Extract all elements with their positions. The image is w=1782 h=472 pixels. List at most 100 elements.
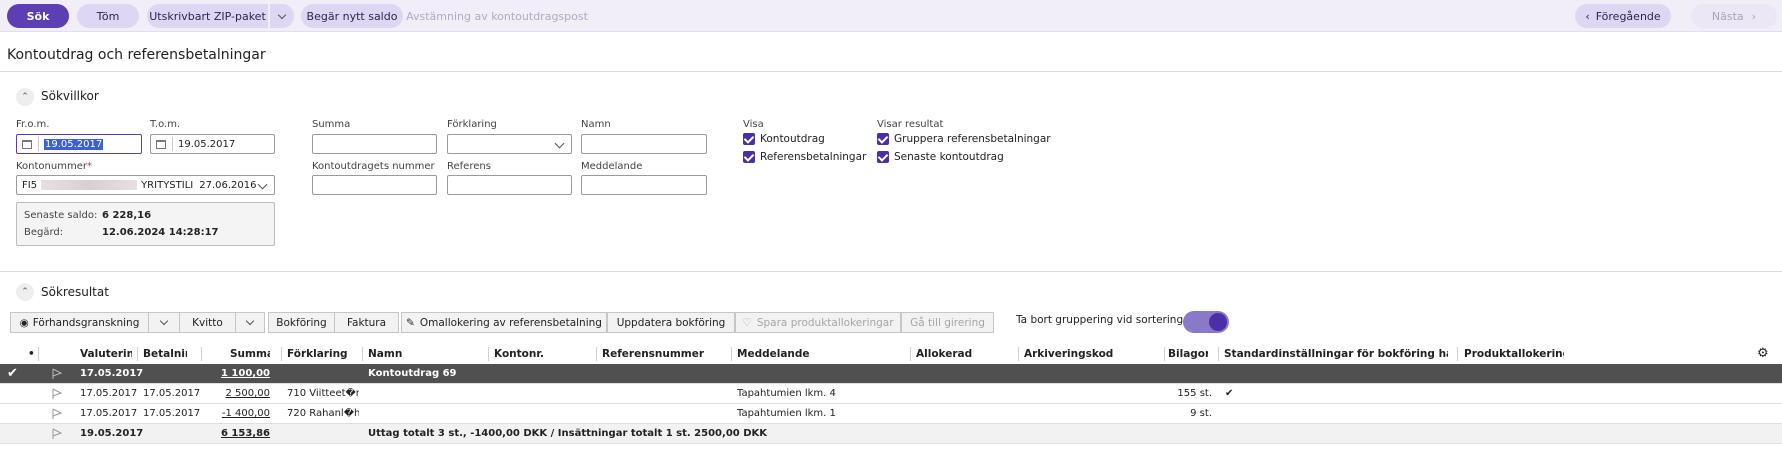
invoice-button[interactable]: Faktura: [334, 312, 399, 333]
reallocate-button[interactable]: ✎ Omallokering av referensbetalning: [401, 312, 607, 333]
table-summary-row[interactable]: 19.05.2017 6 153,86 Uttag totalt 3 st., …: [0, 424, 1782, 444]
col-betalning[interactable]: Betalning: [143, 348, 187, 360]
cell-summa[interactable]: 1 100,00: [215, 368, 270, 379]
to-date-field[interactable]: 19.05.2017: [150, 134, 275, 154]
results-title: Sökresultat: [41, 285, 109, 299]
next-button[interactable]: Nästa ›: [1691, 4, 1777, 28]
message-input[interactable]: [581, 175, 707, 195]
collapse-results-button[interactable]: ⌃: [16, 283, 34, 301]
calendar-icon: [22, 139, 32, 149]
top-toolbar: Sök Töm Utskrivbart ZIP-paket Begär nytt…: [0, 0, 1782, 32]
previous-button[interactable]: ‹ Föregående: [1575, 4, 1671, 28]
col-namn[interactable]: Namn: [368, 348, 468, 360]
show-refpayments-checkbox[interactable]: [743, 151, 755, 163]
col-produktallokering[interactable]: Produktallokering: [1464, 348, 1564, 360]
gear-icon[interactable]: ⚙: [1757, 346, 1769, 361]
cell-valuta: 17.05.2017: [80, 368, 144, 379]
goto-giro-button[interactable]: Gå till girering: [901, 312, 994, 333]
reconcile-button[interactable]: Avstämning av kontoutdragspost: [406, 4, 588, 28]
calendar-icon: [156, 139, 166, 149]
col-summa[interactable]: Summa: [230, 348, 270, 360]
show-refpayments-label: Referensbetalningar: [760, 151, 867, 163]
col-kontonr[interactable]: Kontonr.: [494, 348, 574, 360]
cell-summa[interactable]: -1 400,00: [215, 408, 270, 419]
cell-summa[interactable]: 2 500,00: [215, 388, 270, 399]
table-header: • Valuterin Betalning Summa Förklaring N…: [0, 344, 1782, 364]
message-label: Meddelande: [581, 161, 643, 172]
remove-grouping-toggle[interactable]: [1183, 311, 1229, 333]
chevron-down-icon: [159, 316, 169, 326]
sum-input[interactable]: [312, 134, 437, 154]
from-date-value: 19.05.2017: [44, 138, 104, 150]
latest-statement-label: Senaste kontoutdrag: [894, 151, 1004, 163]
col-forklaring[interactable]: Förklaring: [287, 348, 357, 360]
request-balance-button[interactable]: Begär nytt saldo: [301, 4, 403, 28]
receipt-menu-button[interactable]: [235, 312, 265, 333]
group-refpayments-checkbox[interactable]: [877, 133, 889, 145]
reference-input[interactable]: [447, 175, 572, 195]
explanation-select[interactable]: [447, 134, 572, 154]
chevron-down-icon: [277, 10, 287, 19]
criteria-title: Sökvillkor: [41, 89, 99, 103]
latest-balance-label: Senaste saldo:: [24, 210, 98, 221]
column-selector[interactable]: •: [28, 348, 35, 360]
flag-icon[interactable]: [51, 428, 63, 440]
col-bilagor[interactable]: Bilagor: [1168, 348, 1208, 360]
table-row[interactable]: ✔ 17.05.2017 1 100,00 Kontoutdrag 69: [0, 364, 1782, 384]
clear-button[interactable]: Töm: [77, 4, 139, 28]
account-label: Kontonummer*: [16, 161, 92, 172]
chevron-right-icon: ›: [1751, 9, 1757, 23]
save-allocations-label: Spara produktallokeringar: [756, 316, 894, 329]
to-date-value: 19.05.2017: [178, 138, 236, 150]
cell-forklaring: 720 Rahanl�he: [287, 408, 359, 419]
zip-menu-button[interactable]: [270, 4, 294, 28]
cell-betalning: 17.05.2017: [143, 388, 201, 399]
flag-icon[interactable]: [51, 388, 63, 400]
cell-meddelande: Tapahtumien lkm. 1: [737, 408, 836, 419]
cell-valuta: 17.05.2017: [80, 408, 138, 419]
heart-icon: ♡: [742, 316, 752, 329]
cell-bilagor[interactable]: 9 st.: [1150, 408, 1212, 419]
flag-icon[interactable]: [51, 368, 63, 380]
reallocate-label: Omallokering av referensbetalning: [419, 316, 602, 329]
from-label: Fr.o.m.: [16, 119, 50, 130]
cell-summa[interactable]: 6 153,86: [215, 428, 270, 439]
col-meddelande[interactable]: Meddelande: [737, 348, 857, 360]
latest-balance-value: 6 228,16: [102, 210, 152, 221]
table-row[interactable]: 17.05.2017 17.05.2017 -1 400,00 720 Raha…: [0, 404, 1782, 424]
next-label: Nästa: [1711, 9, 1744, 23]
table-row[interactable]: 17.05.2017 17.05.2017 2 500,00 710 Viitt…: [0, 384, 1782, 404]
requested-label: Begärd:: [24, 227, 64, 238]
col-valuterin[interactable]: Valuterin: [80, 348, 132, 360]
latest-statement-checkbox[interactable]: [877, 151, 889, 163]
statement-number-input[interactable]: [312, 175, 437, 195]
shows-result-label: Visar resultat: [877, 119, 944, 130]
col-standardinstallningar[interactable]: Standardinställningar för bokföring hämt…: [1224, 348, 1448, 360]
show-statements-checkbox[interactable]: [743, 133, 755, 145]
preview-button[interactable]: ◉ Förhandsgranskning: [10, 312, 149, 333]
cell-meddelande: Tapahtumien lkm. 4: [737, 388, 836, 399]
remove-grouping-label: Ta bort gruppering vid sortering: [1016, 314, 1184, 326]
cell-betalning: 17.05.2017: [143, 408, 201, 419]
flag-icon[interactable]: [51, 408, 63, 420]
col-arkiveringskod[interactable]: Arkiveringskod: [1024, 348, 1124, 360]
search-button[interactable]: Sök: [7, 4, 69, 28]
masked-account-number: [41, 180, 138, 190]
receipt-button[interactable]: Kvitto: [179, 312, 236, 333]
col-referensnummer[interactable]: Referensnummer: [602, 348, 722, 360]
cell-bilagor[interactable]: 155 st.: [1150, 388, 1212, 399]
edit-icon: ✎: [406, 316, 415, 329]
name-input[interactable]: [581, 134, 707, 154]
zip-button[interactable]: Utskrivbart ZIP-paket: [147, 4, 268, 28]
col-allokerad[interactable]: Allokerad: [916, 348, 996, 360]
from-date-field[interactable]: 19.05.2017: [16, 134, 142, 154]
chevron-down-icon: [554, 138, 565, 149]
update-posting-button[interactable]: Uppdatera bokföring: [607, 312, 735, 333]
account-select[interactable]: FI5 YRITYSTILI 27.06.2016: [16, 175, 275, 195]
save-allocations-button[interactable]: ♡ Spara produktallokeringar: [735, 312, 901, 333]
posting-button[interactable]: Bokföring: [268, 312, 335, 333]
requested-value: 12.06.2024 14:28:17: [102, 227, 219, 238]
preview-menu-button[interactable]: [148, 312, 180, 333]
chevron-up-icon: ⌃: [21, 287, 29, 297]
collapse-criteria-button[interactable]: ⌃: [16, 88, 34, 106]
